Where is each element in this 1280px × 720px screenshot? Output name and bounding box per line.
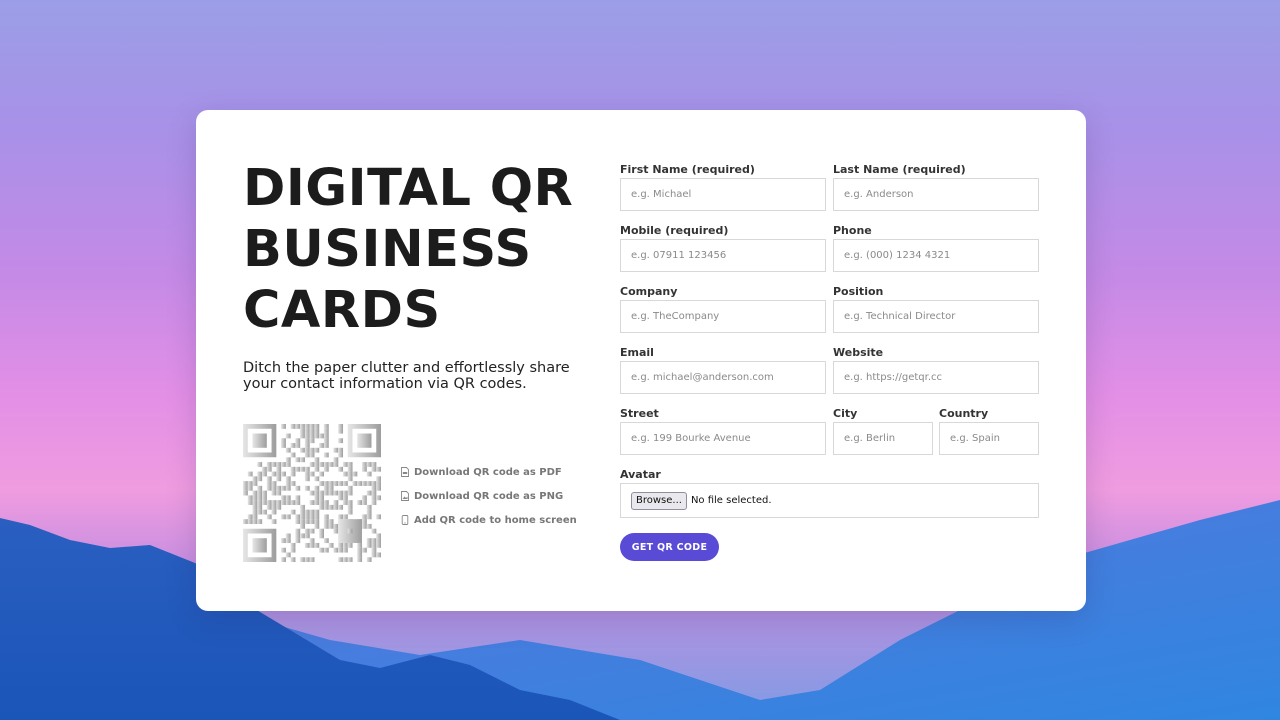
title-line: DIGITAL QR: [243, 159, 574, 218]
city-label: City: [833, 407, 858, 420]
phone-icon: [401, 515, 409, 525]
main-card: DIGITAL QR BUSINESS CARDS Ditch the pape…: [196, 110, 1086, 611]
website-input[interactable]: [833, 361, 1039, 394]
city-field: City: [833, 406, 933, 455]
download-pdf-link[interactable]: Download QR code as PDF: [401, 460, 577, 484]
mobile-label: Mobile (required): [620, 224, 729, 237]
download-pdf-label: Download QR code as PDF: [414, 466, 562, 478]
mobile-input[interactable]: [620, 239, 826, 272]
qr-actions: Download QR code as PDF Download QR code…: [401, 460, 577, 532]
street-input[interactable]: [620, 422, 826, 455]
country-input[interactable]: [939, 422, 1039, 455]
street-label: Street: [620, 407, 659, 420]
position-field: Position: [833, 284, 1039, 333]
first-name-input[interactable]: [620, 178, 826, 211]
pdf-file-icon: [401, 467, 409, 477]
first-name-label: First Name (required): [620, 163, 755, 176]
website-label: Website: [833, 346, 884, 359]
page-title: DIGITAL QR BUSINESS CARDS: [243, 158, 583, 341]
email-label: Email: [620, 346, 654, 359]
add-home-screen-link[interactable]: Add QR code to home screen: [401, 508, 577, 532]
last-name-field: Last Name (required): [833, 162, 1039, 211]
company-input[interactable]: [620, 300, 826, 333]
title-line: BUSINESS: [243, 220, 532, 279]
email-input[interactable]: [620, 361, 826, 394]
phone-label: Phone: [833, 224, 872, 237]
qr-code-preview: [243, 424, 381, 562]
browse-button[interactable]: Browse...: [631, 491, 687, 510]
country-label: Country: [939, 407, 989, 420]
website-field: Website: [833, 345, 1039, 394]
last-name-label: Last Name (required): [833, 163, 966, 176]
company-field: Company: [620, 284, 826, 333]
position-input[interactable]: [833, 300, 1039, 333]
city-input[interactable]: [833, 422, 933, 455]
download-png-label: Download QR code as PNG: [414, 490, 564, 502]
last-name-input[interactable]: [833, 178, 1039, 211]
file-status: No file selected.: [690, 495, 772, 506]
country-field: Country: [939, 406, 1039, 455]
company-label: Company: [620, 285, 678, 298]
title-line: CARDS: [243, 281, 441, 340]
phone-field: Phone: [833, 223, 1039, 272]
page-subtitle: Ditch the paper clutter and effortlessly…: [243, 360, 570, 392]
add-home-screen-label: Add QR code to home screen: [414, 514, 577, 526]
email-field: Email: [620, 345, 826, 394]
avatar-label: Avatar: [620, 468, 661, 481]
phone-input[interactable]: [833, 239, 1039, 272]
image-file-icon: [401, 491, 409, 501]
first-name-field: First Name (required): [620, 162, 826, 211]
position-label: Position: [833, 285, 884, 298]
get-qr-code-button[interactable]: GET QR CODE: [620, 533, 719, 561]
street-field: Street: [620, 406, 826, 455]
avatar-file-input[interactable]: Browse... No file selected.: [620, 483, 1039, 518]
download-png-link[interactable]: Download QR code as PNG: [401, 484, 577, 508]
mobile-field: Mobile (required): [620, 223, 826, 272]
avatar-field: Avatar Browse... No file selected.: [620, 467, 1039, 518]
